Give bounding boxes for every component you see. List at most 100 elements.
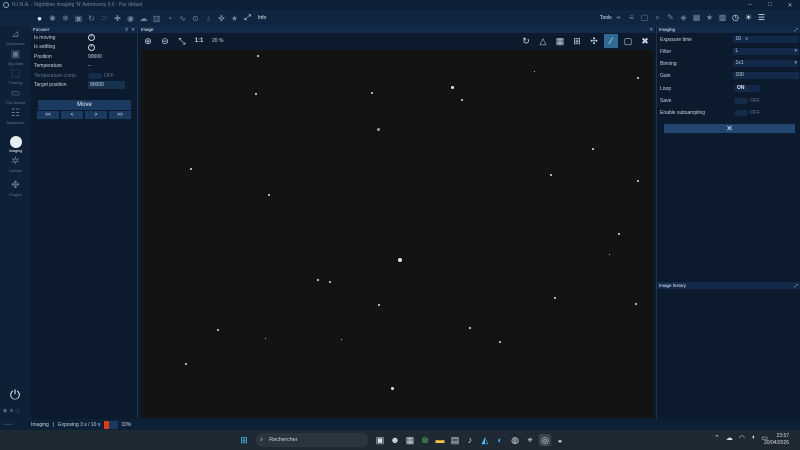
search-icon[interactable]: ⌕ — [651, 11, 664, 24]
info-label[interactable]: Info — [258, 15, 266, 21]
puzzle-icon[interactable]: ✤ — [215, 12, 228, 25]
binning-select[interactable]: 1x1 ▾ — [733, 60, 799, 67]
maximize-button[interactable]: □ — [760, 2, 780, 9]
guitar-app-icon[interactable]: ♪ — [464, 434, 476, 446]
minimize-button[interactable]: – — [740, 2, 760, 9]
pin-icon[interactable]: ⚲ — [125, 27, 128, 33]
expand-icon[interactable]: ⤢ — [794, 27, 798, 32]
nav-sequencer[interactable]: ☷ Sequencer — [0, 108, 31, 125]
chevron-up-icon[interactable]: ⌃ — [714, 434, 720, 442]
telescope-app-icon[interactable]: ⌖ — [524, 434, 536, 446]
save-toggle[interactable] — [734, 97, 748, 104]
nav-plugins[interactable]: ✤ Plugins — [0, 180, 31, 197]
nav-flat-wizard[interactable]: ▭ Flat Wizard — [0, 88, 31, 105]
sliders-icon[interactable]: ☰ — [755, 11, 768, 24]
edge-icon[interactable]: ◐ — [494, 434, 506, 446]
pin-icon[interactable]: ⊙ — [189, 12, 202, 25]
nav-framing[interactable]: ⬚ Framing — [0, 68, 31, 85]
bulb-icon[interactable]: ♁ — [202, 12, 215, 25]
nina-app-icon[interactable]: ◎ — [539, 434, 551, 446]
target-position-input[interactable] — [88, 81, 125, 90]
target-icon[interactable]: ✣ — [587, 34, 601, 48]
step-back-large-button[interactable]: << — [37, 111, 59, 119]
nav-equipment[interactable]: ⊿ Equipment — [0, 29, 31, 46]
power-icon[interactable]: ⏻ — [8, 388, 22, 402]
store-icon[interactable]: ▤ — [449, 434, 461, 446]
close-icon[interactable]: ✕ — [131, 27, 135, 33]
expand-icon[interactable]: ⤢ — [794, 283, 800, 288]
windows-start-icon[interactable]: ⊞ — [238, 434, 250, 446]
calculator-icon[interactable]: ▦ — [690, 11, 703, 24]
camera-icon[interactable]: ▣ — [72, 12, 85, 25]
stretch-wand-icon[interactable]: ⁄ — [604, 34, 618, 48]
dots-icon[interactable]: ⁙ — [98, 12, 111, 25]
star — [609, 254, 610, 255]
temp-comp-toggle[interactable] — [88, 72, 102, 79]
xbox-icon[interactable]: ⊛ — [419, 434, 431, 446]
cancel-exposure-button[interactable]: ✕ — [664, 124, 795, 133]
expand-icon[interactable]: ⤢ — [241, 12, 254, 25]
plus-icon[interactable]: ✚ — [111, 12, 124, 25]
lock-icon[interactable]: ⊕ — [9, 408, 13, 415]
app-icon[interactable]: ◒ — [554, 434, 566, 446]
crosshair-box-icon[interactable]: ⊞ — [570, 34, 584, 48]
rotate-icon[interactable]: ↻ — [519, 34, 533, 48]
auto-stretch-icon[interactable]: ▢ — [621, 34, 635, 48]
step-forward-large-button[interactable]: >> — [109, 111, 131, 119]
info-icon[interactable]: ⓘ — [16, 408, 21, 415]
building-icon[interactable]: ▥ — [150, 12, 163, 25]
crosshair-icon[interactable]: ⌖ — [612, 11, 625, 24]
grid-icon[interactable]: ▩ — [716, 11, 729, 24]
wifi-icon[interactable]: ◠ — [739, 434, 745, 442]
gear-icon[interactable]: ✺ — [46, 12, 59, 25]
fit-to-window-icon[interactable]: ⤡ — [175, 34, 189, 48]
clock-icon[interactable]: ◷ — [729, 11, 742, 24]
cloud-tray-icon[interactable]: ☁ — [726, 434, 733, 442]
gain-input[interactable]: 100 — [733, 72, 799, 79]
close-icon[interactable]: ✕ — [649, 27, 653, 33]
filter-select[interactable]: L ▾ — [733, 48, 799, 55]
nav-imaging[interactable]: Imaging — [0, 136, 31, 153]
volume-icon[interactable]: ◖ — [751, 434, 755, 442]
snowflake-icon[interactable]: ❄ — [59, 12, 72, 25]
zoom-out-icon[interactable]: ⊖ — [158, 34, 172, 48]
photos-icon[interactable]: ▦ — [404, 434, 416, 446]
gauge-icon[interactable]: ◔ — [163, 12, 176, 25]
task-view-icon[interactable]: ▣ — [374, 434, 386, 446]
chart-app-icon[interactable]: ◭ — [479, 434, 491, 446]
star-icon[interactable]: ★ — [228, 12, 241, 25]
zoom-one-to-one-button[interactable]: 1:1 — [192, 34, 206, 48]
move-button[interactable]: Move — [38, 100, 131, 110]
zoom-in-icon[interactable]: ⊕ — [141, 34, 155, 48]
step-forward-button[interactable]: > — [85, 111, 107, 119]
teams-icon[interactable]: ☻ — [389, 434, 401, 446]
grid-icon[interactable]: ▦ — [553, 34, 567, 48]
taskbar-clock[interactable]: 23:57 20/04/2026 — [764, 433, 789, 447]
app-icon[interactable]: ◍ — [509, 434, 521, 446]
step-back-button[interactable]: < — [61, 111, 83, 119]
chart-icon[interactable]: ∿ — [176, 12, 189, 25]
cube-icon[interactable]: ◈ — [677, 11, 690, 24]
eye-icon[interactable]: ◉ — [124, 12, 137, 25]
star-field-image[interactable] — [141, 50, 653, 418]
bahtinov-icon[interactable]: ✖ — [638, 34, 652, 48]
taskbar-search[interactable]: ⌕ Rechercher — [256, 433, 368, 447]
loop-toggle[interactable]: ON — [734, 85, 760, 92]
circle-icon[interactable]: ● — [33, 12, 46, 25]
nav-sky-atlas[interactable]: ▣ Sky Atlas — [0, 49, 31, 66]
close-button[interactable]: ✕ — [780, 2, 800, 9]
subsampling-toggle[interactable] — [734, 109, 748, 116]
lines-icon[interactable]: ≡ — [625, 11, 638, 24]
nav-options[interactable]: ✲ Options — [0, 156, 31, 173]
file-explorer-icon[interactable]: ▬ — [434, 434, 446, 446]
triangle-icon[interactable]: △ — [536, 34, 550, 48]
pencil-icon[interactable]: ✎ — [664, 11, 677, 24]
refresh-icon[interactable]: ↻ — [85, 12, 98, 25]
star-tool-icon[interactable]: ★ — [703, 11, 716, 24]
exposure-input[interactable]: 10 s — [733, 36, 799, 43]
square-icon[interactable]: ▢ — [638, 11, 651, 24]
loop-row: Loop ON — [660, 84, 799, 93]
cloud-icon[interactable]: ☁ — [137, 12, 150, 25]
eye-icon[interactable]: ◉ — [3, 408, 7, 415]
sun-icon[interactable]: ☀ — [742, 11, 755, 24]
